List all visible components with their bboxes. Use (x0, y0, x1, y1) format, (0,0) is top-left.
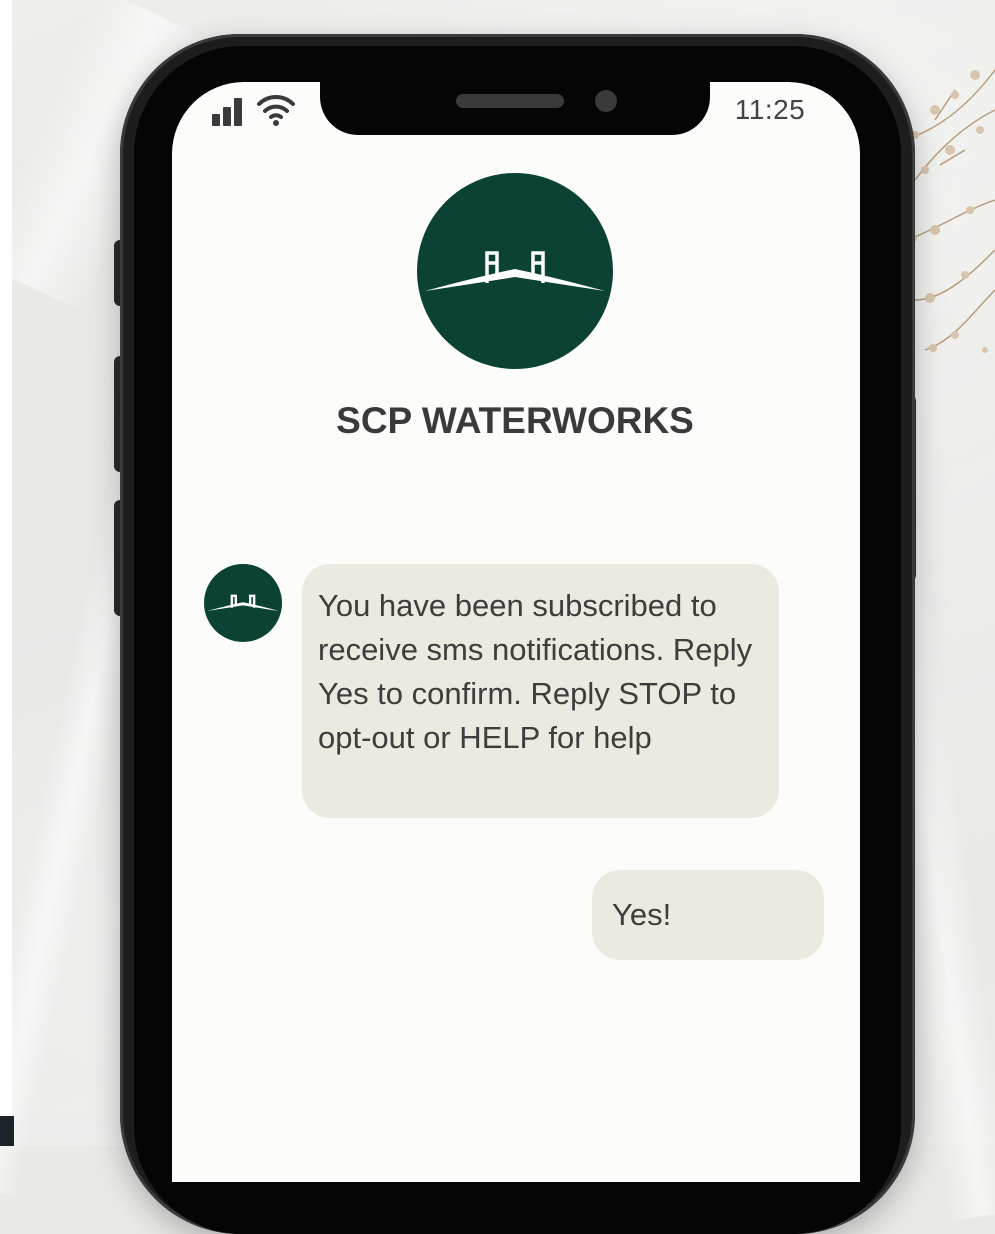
phone-camera (595, 90, 617, 112)
outgoing-message-bubble: Yes! (592, 870, 824, 960)
status-time: 11:25 (734, 94, 806, 125)
sender-avatar (204, 564, 282, 642)
phone-speaker (456, 94, 564, 108)
corner-element (0, 1116, 14, 1146)
bridge-logo-icon (207, 594, 279, 611)
cellular-signal-icon (212, 98, 242, 126)
wifi-icon (257, 94, 295, 126)
contact-avatar[interactable] (417, 173, 613, 369)
incoming-message-bubble: You have been subscribed to receive sms … (302, 564, 779, 818)
contact-name: SCP WATERWORKS (336, 400, 694, 441)
bridge-logo-icon (425, 251, 605, 291)
